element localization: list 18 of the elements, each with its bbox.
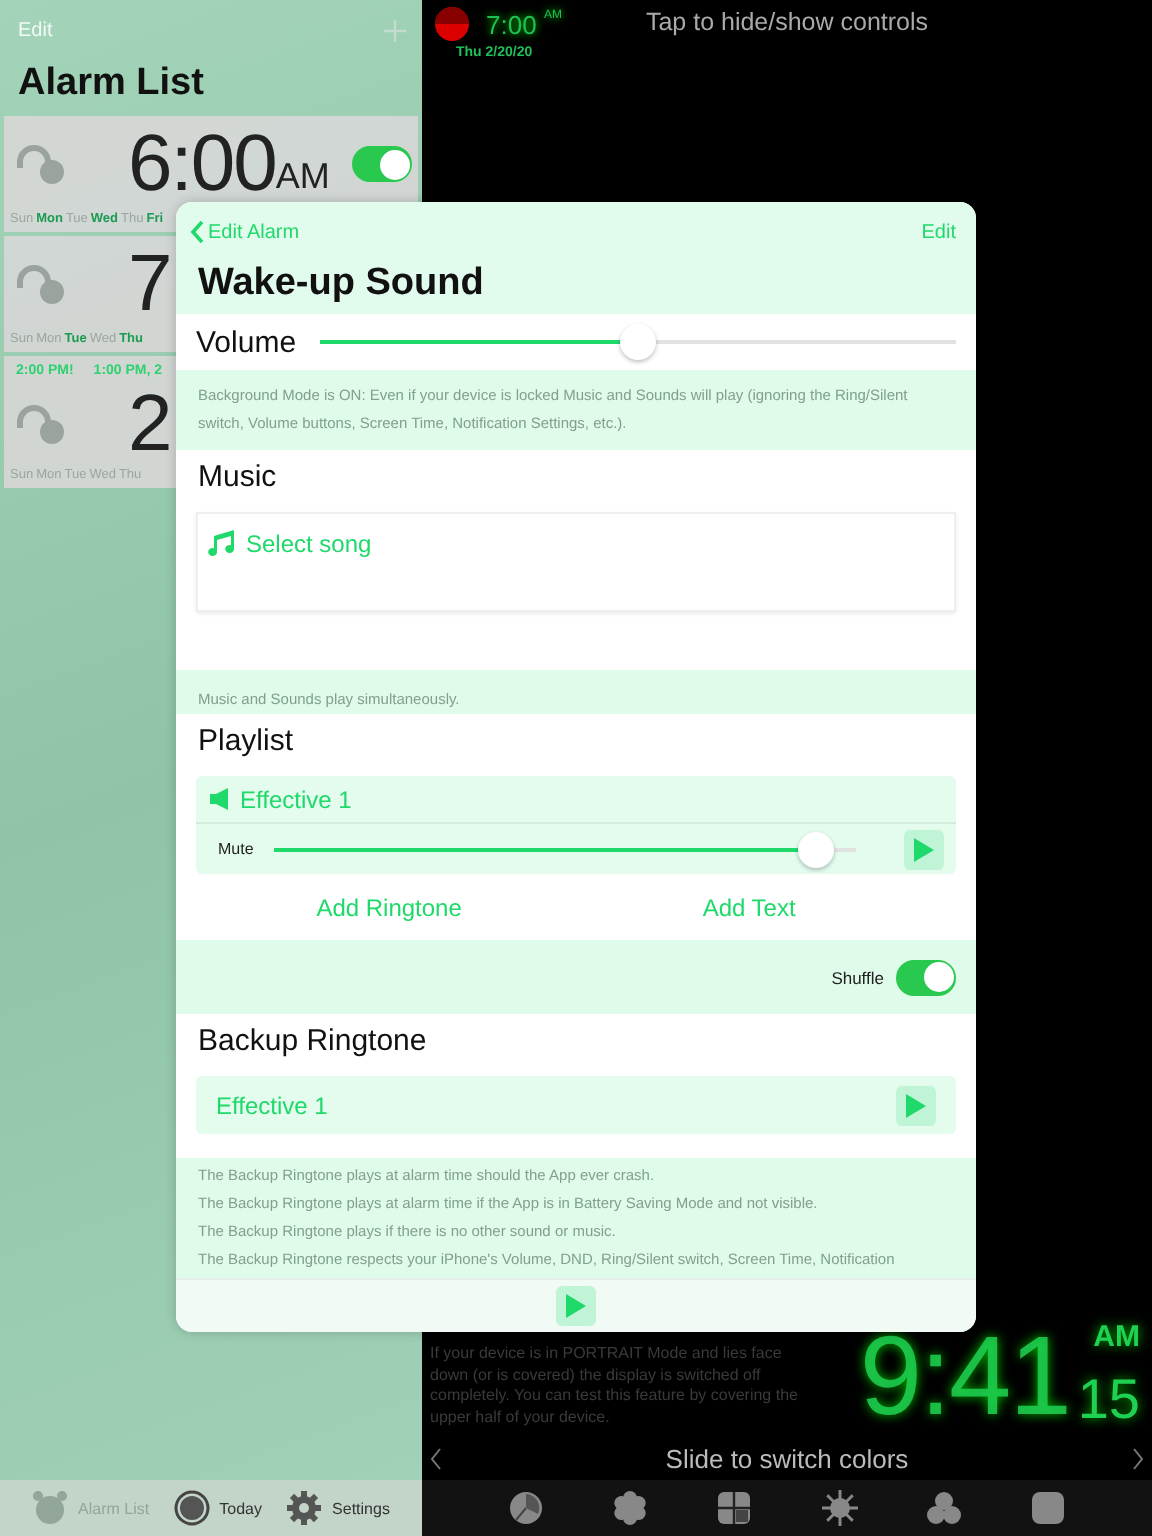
section-heading: Playlist	[198, 724, 296, 758]
clock-time: 7:00 $^{AM}$	[486, 9, 562, 39]
am-pm-label: AM	[1093, 1320, 1140, 1354]
alarm-time: 6:00	[128, 120, 276, 208]
section-heading: Music	[198, 460, 279, 494]
alarm-time: 7	[128, 240, 171, 328]
list-title: Alarm List	[18, 62, 206, 106]
sheet-title: Wake-up Sound	[176, 244, 976, 314]
slide-hint: Slide to switch colors	[665, 1443, 909, 1473]
alarm-time: 2	[128, 380, 171, 468]
large-clock-time: 9:41	[859, 1320, 1070, 1432]
mute-label: Mute	[218, 840, 254, 858]
seconds-label: 15	[1077, 1368, 1140, 1432]
am-pm-label: AM	[275, 156, 330, 196]
volume-label: Volume	[196, 325, 297, 359]
section-heading: Backup Ringtone	[198, 1024, 429, 1058]
portrait-note: If your device is in PORTRAIT Mode and lies face down (or is covered) the display is switched off completely. You can test this feature by covering the upper half of your device.	[430, 1344, 800, 1428]
shuffle-label: Shuffle	[831, 967, 884, 987]
